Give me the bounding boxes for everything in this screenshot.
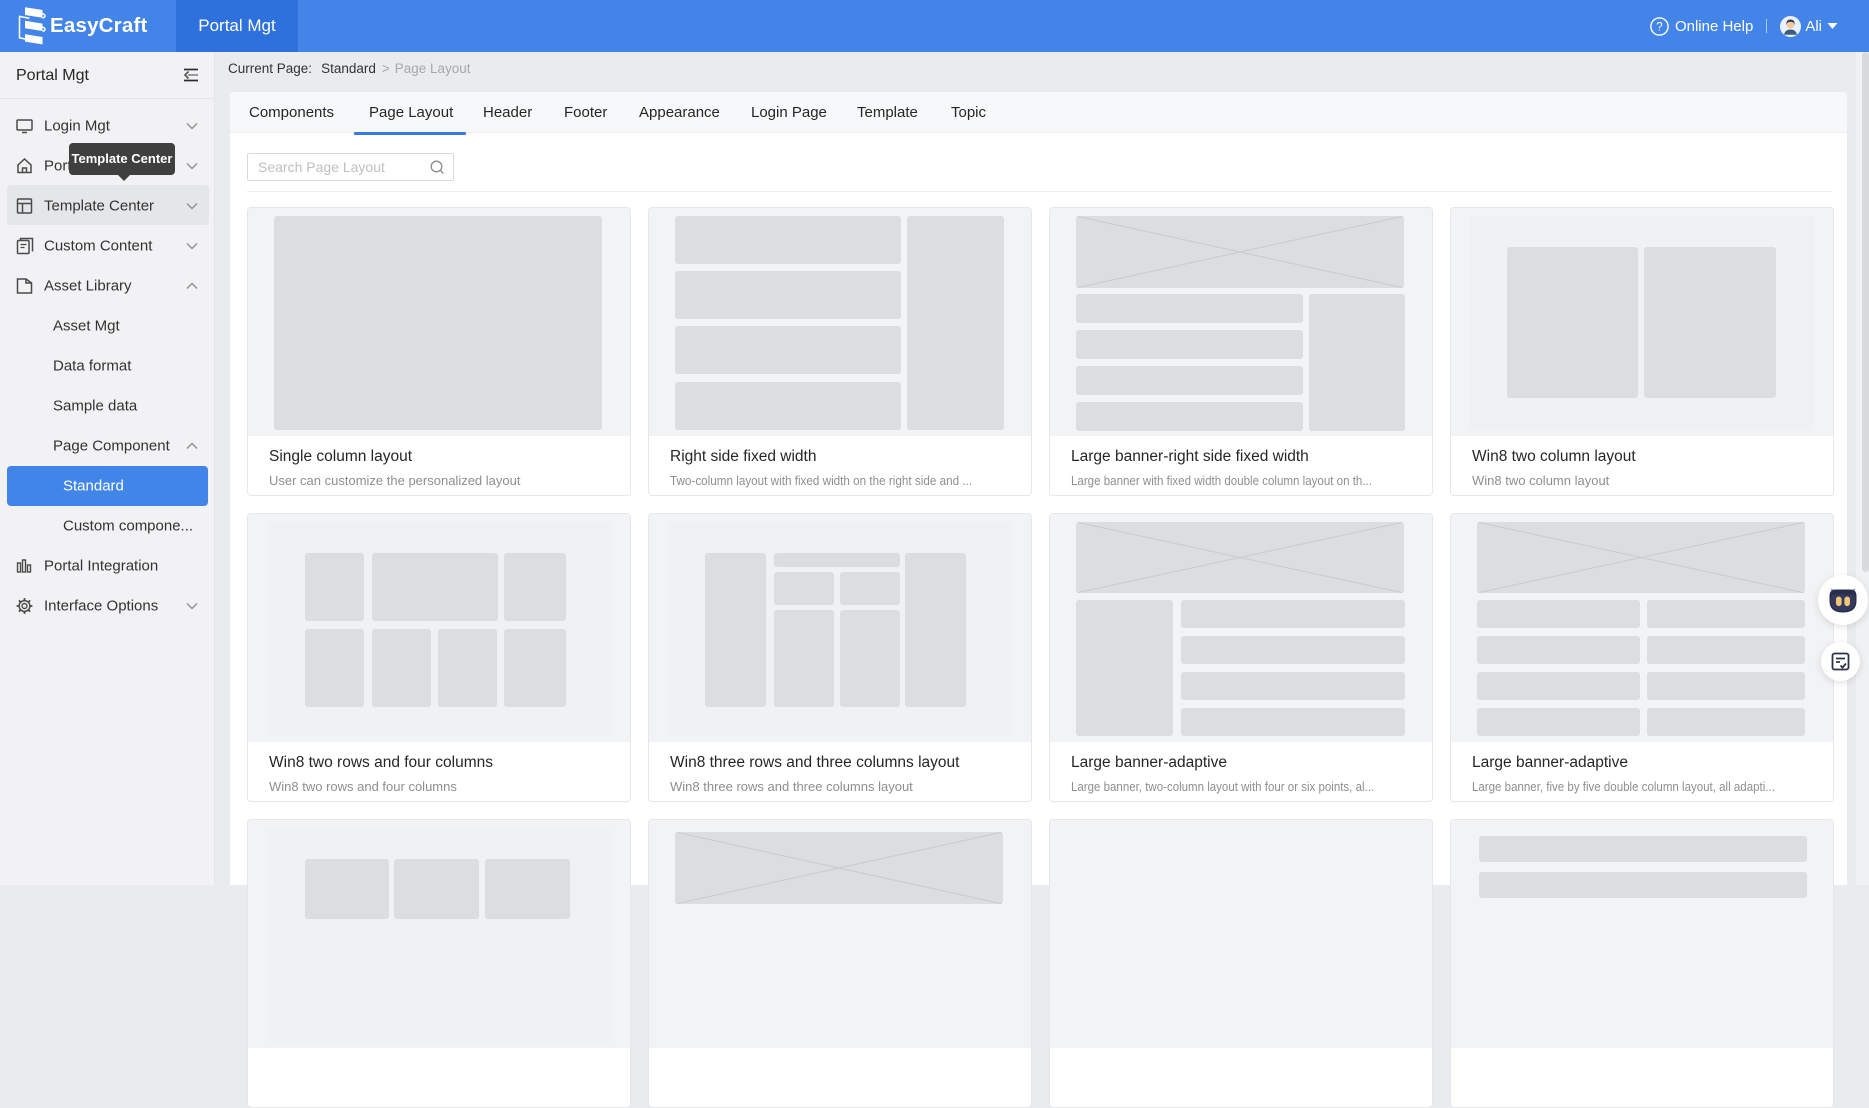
svg-text:?: ? [1656, 21, 1662, 33]
